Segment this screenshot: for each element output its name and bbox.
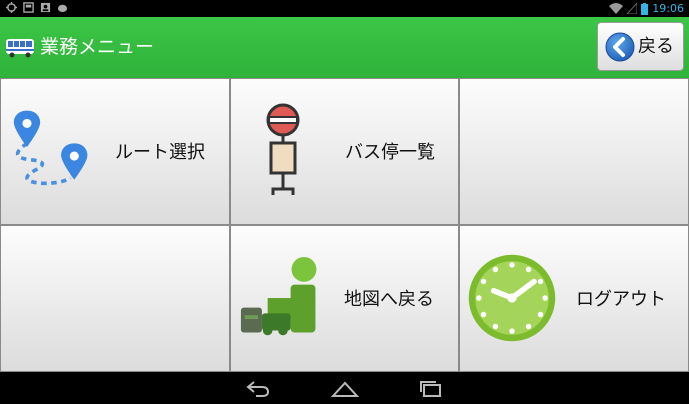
home-nav-icon[interactable]: [331, 378, 359, 398]
route-icon: [13, 110, 88, 186]
bus-icon: [6, 39, 34, 58]
back-nav-icon[interactable]: [244, 378, 272, 398]
status-bar: 19:06: [0, 0, 689, 17]
storage-icon: [23, 2, 34, 13]
logout-tile[interactable]: ログアウト: [459, 225, 689, 372]
signal-icon: [627, 3, 638, 14]
bus-stop-list-label: バス停一覧: [345, 142, 435, 163]
bus-stop-list-tile[interactable]: バス停一覧: [230, 78, 459, 225]
back-to-map-label: 地図へ戻る: [344, 289, 434, 310]
back-to-map-tile[interactable]: 地図へ戻る: [230, 225, 459, 372]
empty-tile-2[interactable]: [0, 225, 230, 372]
sync-icon: [6, 2, 17, 13]
wifi-icon: [609, 3, 624, 14]
navigation-bar: [0, 372, 689, 404]
empty-tile-1[interactable]: [459, 78, 689, 225]
menu-grid: ルート選択 バス停一覧 地図へ戻る ログアウト: [0, 78, 689, 372]
recents-nav-icon[interactable]: [417, 378, 445, 398]
status-time: 19:06: [652, 2, 684, 15]
route-select-label: ルート選択: [115, 142, 205, 163]
back-arrow-icon: [605, 32, 635, 62]
logout-label: ログアウト: [576, 289, 666, 310]
clock-icon: [468, 254, 556, 342]
contact-icon: [40, 2, 51, 13]
battery-icon: [641, 2, 649, 15]
android-icon: [57, 4, 68, 13]
map-icon: [240, 256, 317, 336]
app-header: 業務メニュー 戻る: [0, 17, 689, 78]
back-button-label: 戻る: [638, 36, 674, 57]
page-title: 業務メニュー: [40, 36, 155, 58]
back-button[interactable]: 戻る: [597, 22, 684, 71]
route-select-tile[interactable]: ルート選択: [0, 78, 230, 225]
bus-stop-icon: [266, 103, 300, 195]
